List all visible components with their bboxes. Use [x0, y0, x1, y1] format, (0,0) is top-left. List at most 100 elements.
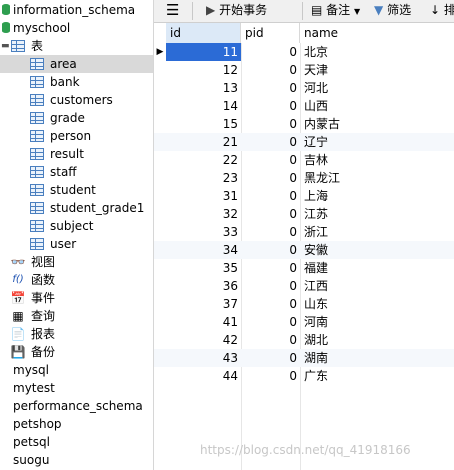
hamburger-icon[interactable]: ☰ [166, 0, 179, 22]
tree-group-view[interactable]: 👓 视图 [0, 253, 153, 271]
tree-table-student_grade1[interactable]: student_grade1 [0, 199, 153, 217]
cell-name[interactable]: 安徽 [300, 241, 454, 259]
cell-name[interactable]: 河北 [300, 79, 454, 97]
cell-name[interactable]: 山东 [300, 295, 454, 313]
cell-id[interactable]: 32 [166, 205, 241, 223]
cell-name[interactable]: 山西 [300, 97, 454, 115]
cell-pid[interactable]: 0 [241, 277, 300, 295]
begin-transaction-button[interactable]: ▶ 开始事务 [206, 0, 267, 22]
table-row[interactable]: 21 0 辽宁 [154, 133, 454, 151]
cell-id[interactable]: 43 [166, 349, 241, 367]
tree-table-result[interactable]: result [0, 145, 153, 163]
cell-pid[interactable]: 0 [241, 241, 300, 259]
cell-name[interactable]: 吉林 [300, 151, 454, 169]
cell-id[interactable]: 11 [166, 43, 241, 61]
cell-name[interactable]: 辽宁 [300, 133, 454, 151]
cell-pid[interactable]: 0 [241, 313, 300, 331]
cell-id[interactable]: 13 [166, 79, 241, 97]
table-row[interactable]: 37 0 山东 [154, 295, 454, 313]
cell-pid[interactable]: 0 [241, 259, 300, 277]
cell-name[interactable]: 河南 [300, 313, 454, 331]
tree-group-function[interactable]: f() 函数 [0, 271, 153, 289]
cell-pid[interactable]: 0 [241, 43, 300, 61]
cell-pid[interactable]: 0 [241, 61, 300, 79]
table-row[interactable]: 15 0 内蒙古 [154, 115, 454, 133]
cell-pid[interactable]: 0 [241, 205, 300, 223]
filter-button[interactable]: ▼ 筛选 [374, 0, 411, 22]
tree-database[interactable]: myschool [0, 19, 153, 37]
tree-table-bank[interactable]: bank [0, 73, 153, 91]
tree-database[interactable]: information_schema [0, 1, 153, 19]
cell-pid[interactable]: 0 [241, 331, 300, 349]
tree-table-student[interactable]: student [0, 181, 153, 199]
cell-id[interactable]: 44 [166, 367, 241, 385]
cell-pid[interactable]: 0 [241, 115, 300, 133]
tree-database[interactable]: mytest [0, 379, 153, 397]
tree-database[interactable]: suogu [0, 451, 153, 469]
cell-id[interactable]: 15 [166, 115, 241, 133]
column-header-id[interactable]: id [166, 23, 241, 43]
cell-name[interactable]: 福建 [300, 259, 454, 277]
cell-pid[interactable]: 0 [241, 295, 300, 313]
cell-name[interactable]: 黑龙江 [300, 169, 454, 187]
cell-id[interactable]: 22 [166, 151, 241, 169]
column-header-name[interactable]: name [300, 23, 454, 43]
cell-pid[interactable]: 0 [241, 223, 300, 241]
tree-group-tables[interactable]: ▬ 表 [0, 37, 153, 55]
tree-table-grade[interactable]: grade [0, 109, 153, 127]
table-row[interactable]: 31 0 上海 [154, 187, 454, 205]
table-row[interactable]: 23 0 黑龙江 [154, 169, 454, 187]
cell-pid[interactable]: 0 [241, 367, 300, 385]
tree-table-subject[interactable]: subject [0, 217, 153, 235]
table-row[interactable]: 12 0 天津 [154, 61, 454, 79]
cell-name[interactable]: 上海 [300, 187, 454, 205]
cell-pid[interactable]: 0 [241, 187, 300, 205]
cell-name[interactable]: 湖北 [300, 331, 454, 349]
cell-name[interactable]: 北京 [300, 43, 454, 61]
tree-table-customers[interactable]: customers [0, 91, 153, 109]
cell-id[interactable]: 41 [166, 313, 241, 331]
table-row[interactable]: 36 0 江西 [154, 277, 454, 295]
cell-id[interactable]: 34 [166, 241, 241, 259]
cell-name[interactable]: 天津 [300, 61, 454, 79]
tree-table-area[interactable]: area [0, 55, 153, 73]
cell-id[interactable]: 37 [166, 295, 241, 313]
cell-id[interactable]: 12 [166, 61, 241, 79]
tree-database[interactable]: petshop [0, 415, 153, 433]
cell-id[interactable]: 42 [166, 331, 241, 349]
table-row[interactable]: 34 0 安徽 [154, 241, 454, 259]
tree-table-staff[interactable]: staff [0, 163, 153, 181]
cell-id[interactable]: 31 [166, 187, 241, 205]
cell-pid[interactable]: 0 [241, 79, 300, 97]
cell-pid[interactable]: 0 [241, 151, 300, 169]
tree-table-user[interactable]: user [0, 235, 153, 253]
tree-database[interactable]: performance_schema [0, 397, 153, 415]
table-row[interactable]: 22 0 吉林 [154, 151, 454, 169]
table-row[interactable]: 35 0 福建 [154, 259, 454, 277]
table-row[interactable]: 43 0 湖南 [154, 349, 454, 367]
tree-group-backup[interactable]: 💾 备份 [0, 343, 153, 361]
table-row[interactable]: ▶ 11 0 北京 [154, 43, 454, 61]
cell-id[interactable]: 35 [166, 259, 241, 277]
table-row[interactable]: 44 0 广东 [154, 367, 454, 385]
table-row[interactable]: 33 0 浙江 [154, 223, 454, 241]
cell-pid[interactable]: 0 [241, 133, 300, 151]
cell-name[interactable]: 江西 [300, 277, 454, 295]
cell-pid[interactable]: 0 [241, 169, 300, 187]
cell-pid[interactable]: 0 [241, 349, 300, 367]
cell-name[interactable]: 湖南 [300, 349, 454, 367]
cell-pid[interactable]: 0 [241, 97, 300, 115]
table-row[interactable]: 41 0 河南 [154, 313, 454, 331]
collapse-icon[interactable]: ▬ [1, 37, 10, 55]
tree-table-person[interactable]: person [0, 127, 153, 145]
cell-name[interactable]: 内蒙古 [300, 115, 454, 133]
cell-name[interactable]: 广东 [300, 367, 454, 385]
tree-group-query[interactable]: ▦ 查询 [0, 307, 153, 325]
table-row[interactable]: 13 0 河北 [154, 79, 454, 97]
cell-id[interactable]: 21 [166, 133, 241, 151]
tree-group-event[interactable]: 📅 事件 [0, 289, 153, 307]
tree-database[interactable]: petsql [0, 433, 153, 451]
cell-name[interactable]: 江苏 [300, 205, 454, 223]
table-row[interactable]: 42 0 湖北 [154, 331, 454, 349]
table-row[interactable]: 32 0 江苏 [154, 205, 454, 223]
